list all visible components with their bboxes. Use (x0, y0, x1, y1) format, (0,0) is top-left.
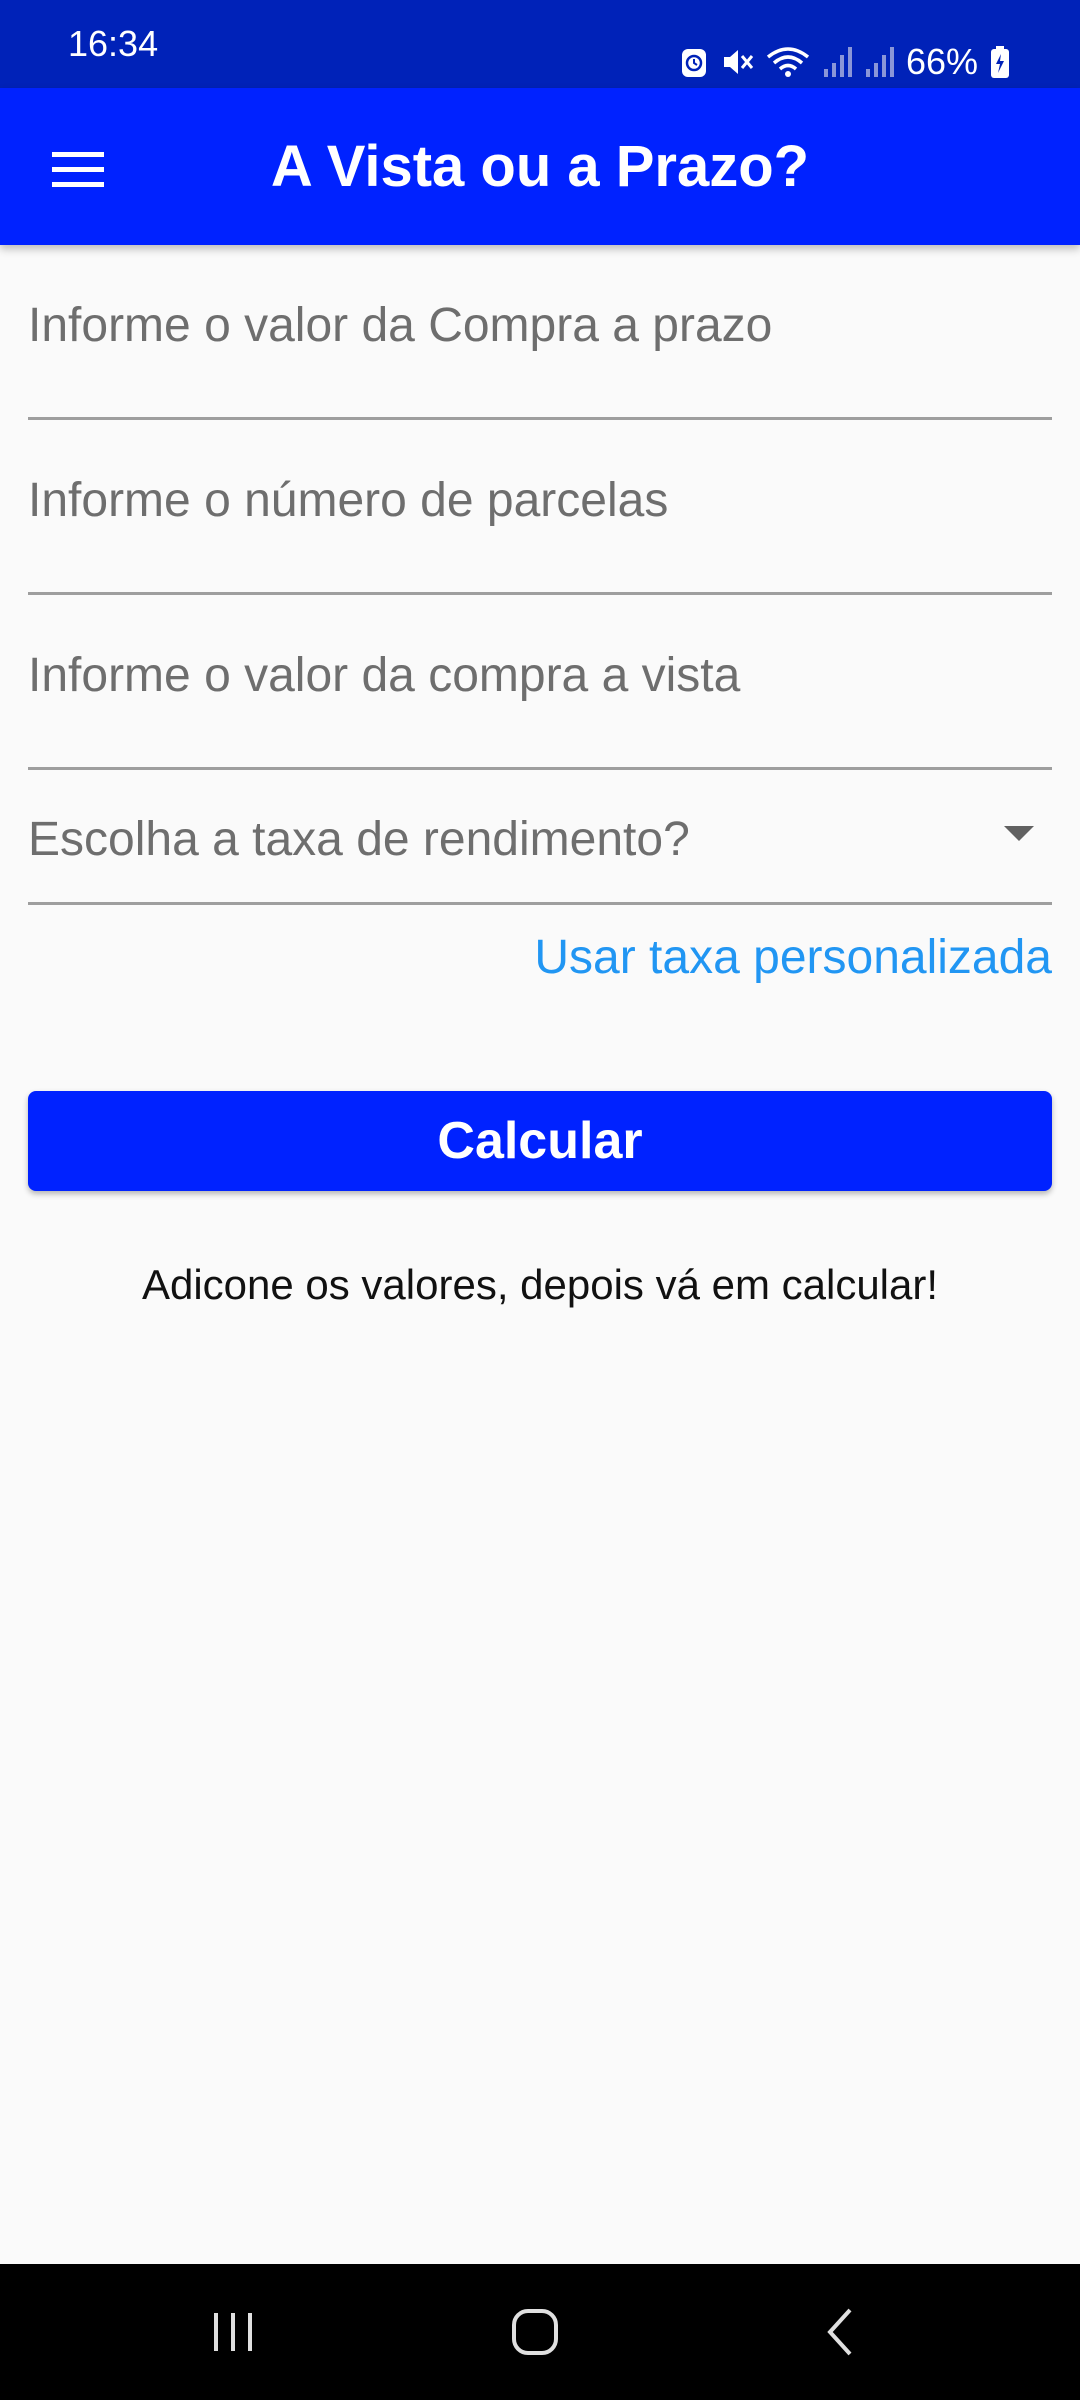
status-icons: 66% (680, 32, 1010, 92)
mute-icon (720, 45, 754, 79)
battery-icon (990, 45, 1010, 79)
hamburger-menu-icon (52, 152, 104, 187)
instruction-text: Adicone os valores, depois vá em calcula… (141, 1261, 939, 1308)
signal-icon (864, 45, 894, 79)
back-icon (827, 2308, 852, 2356)
custom-rate-link[interactable]: Usar taxa personalizada (534, 918, 1052, 998)
home-icon (512, 2309, 558, 2355)
installment-purchase-field (28, 245, 1052, 420)
calculate-button[interactable]: Calcular (28, 1091, 1052, 1191)
wifi-icon (766, 45, 810, 79)
yield-rate-dropdown[interactable]: Escolha a taxa de rendimento? (28, 770, 1052, 905)
alarm-icon (680, 45, 708, 79)
status-bar: 16:34 66% (0, 0, 1080, 88)
installment-purchase-input[interactable] (28, 285, 1052, 365)
menu-button[interactable] (32, 124, 124, 216)
calculator-form: Escolha a taxa de rendimento? Usar taxa … (28, 245, 1052, 1308)
back-button[interactable] (790, 2292, 890, 2372)
recents-button[interactable] (183, 2292, 283, 2372)
app-bar: A Vista ou a Prazo? (0, 88, 1080, 245)
cash-purchase-input[interactable] (28, 635, 1052, 715)
battery-percentage: 66% (905, 41, 978, 82)
page-title: A Vista ou a Prazo? (270, 134, 810, 199)
system-navigation-bar (0, 2264, 1080, 2400)
cash-purchase-field (28, 595, 1052, 770)
recents-icon (214, 2313, 252, 2351)
installments-count-input[interactable] (28, 460, 1052, 540)
yield-rate-selected: Escolha a taxa de rendimento? (28, 813, 690, 866)
home-button[interactable] (485, 2292, 585, 2372)
caret-down-icon (1004, 826, 1034, 841)
signal-icon (822, 45, 852, 79)
installments-count-field (28, 420, 1052, 595)
